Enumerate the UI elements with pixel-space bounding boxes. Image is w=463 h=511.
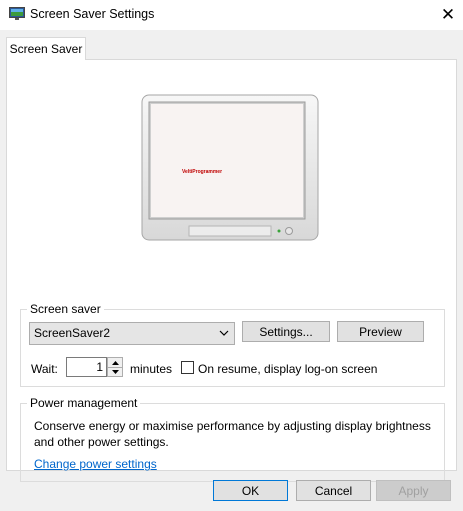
change-power-settings-link[interactable]: Change power settings — [34, 457, 157, 471]
tab-screen-saver[interactable]: Screen Saver — [6, 37, 86, 60]
dialog-body: Screen Saver VeltiProgrammer Screen save… — [0, 30, 463, 511]
spin-down-button[interactable] — [108, 367, 122, 376]
chevron-down-icon — [219, 330, 229, 336]
wait-label: Wait: — [31, 362, 58, 376]
preview-button[interactable]: Preview — [337, 321, 424, 342]
window-title: Screen Saver Settings — [30, 7, 155, 21]
close-button[interactable]: ✕ — [433, 0, 463, 30]
minutes-label: minutes — [130, 362, 173, 376]
dropdown-value: ScreenSaver2 — [34, 326, 111, 340]
apply-button[interactable]: Apply — [376, 480, 451, 501]
cancel-button[interactable]: Cancel — [296, 480, 371, 501]
spin-down-icon — [111, 369, 119, 374]
tab-label: Screen Saver — [9, 42, 83, 56]
monitor-preview — [141, 94, 319, 241]
power-description: Conserve energy or maximise performance … — [34, 419, 431, 449]
screen-saver-legend: Screen saver — [30, 302, 101, 316]
screen-saver-dropdown[interactable]: ScreenSaver2 — [29, 322, 235, 345]
tab-panel: VeltiProgrammer Screen saver ScreenSaver… — [6, 59, 457, 482]
power-management-legend: Power management — [30, 396, 138, 410]
resume-logon-checkbox[interactable] — [181, 361, 194, 374]
preview-screen-text: VeltiProgrammer — [182, 169, 223, 175]
spin-up-icon — [111, 360, 119, 365]
resume-logon-label[interactable]: On resume, display log-on screen — [198, 362, 377, 376]
title-bar: Screen Saver Settings ✕ — [0, 0, 463, 30]
wait-minutes-input[interactable]: 1 — [66, 357, 107, 377]
ok-button[interactable]: OK — [213, 480, 288, 501]
close-icon: ✕ — [440, 5, 456, 24]
settings-button[interactable]: Settings... — [242, 321, 330, 342]
display-settings-icon — [9, 7, 25, 20]
wait-spinner — [107, 357, 123, 377]
